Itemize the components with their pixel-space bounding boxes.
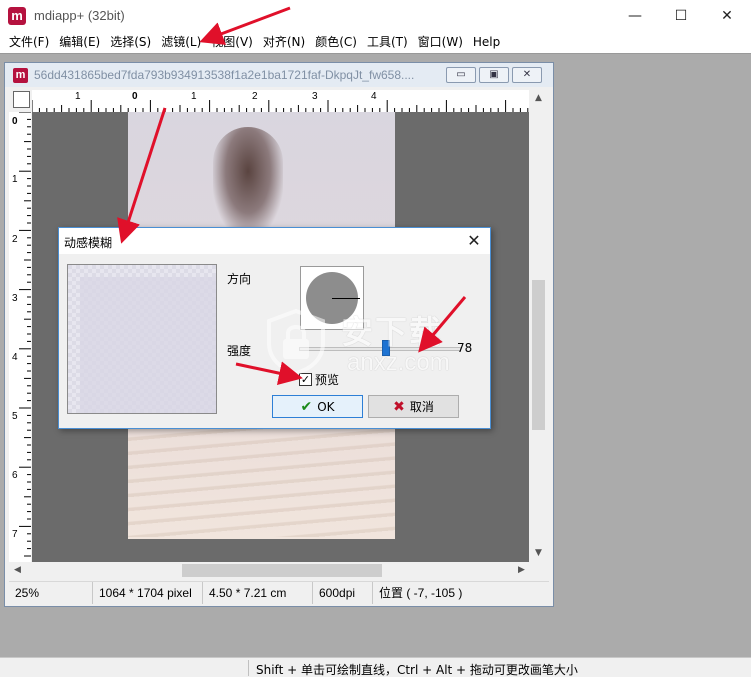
direction-indicator-line xyxy=(332,298,360,299)
status-hint-text: Shift + 单击可绘制直线，Ctrl + Alt + 拖动可更改画笔大小 xyxy=(256,663,578,677)
ruler-horizontal: 1 0 1 2 3 4 xyxy=(32,90,529,112)
menu-select[interactable]: 选择(S) xyxy=(105,31,156,53)
strength-slider-thumb[interactable] xyxy=(382,340,390,356)
motion-blur-dialog[interactable]: 动感模糊 ✕ 方向 强度 78 ✓ 预览 ✔ OK ✖ 取消 xyxy=(58,227,491,429)
ruler-top-label: 4 xyxy=(371,91,377,102)
ruler-top-label: 2 xyxy=(252,91,258,102)
scroll-left-arrow-icon[interactable]: ◀ xyxy=(9,562,26,579)
checkmark-icon: ✔ xyxy=(300,398,313,415)
physical-dimensions: 4.50 * 7.21 cm xyxy=(203,582,313,604)
horizontal-scroll-thumb[interactable] xyxy=(182,564,382,577)
app-status-bar: Shift + 单击可绘制直线，Ctrl + Alt + 拖动可更改画笔大小 xyxy=(0,657,751,677)
direction-label: 方向 xyxy=(227,272,252,286)
vertical-scrollbar[interactable]: ▲ ▼ xyxy=(530,90,547,562)
menu-help[interactable]: Help xyxy=(468,31,505,53)
ruler-top-label: 1 xyxy=(75,91,81,102)
app-title: mdiapp+ (32bit) xyxy=(34,8,125,23)
ok-button[interactable]: ✔ OK xyxy=(272,395,363,418)
ruler-left-label: 3 xyxy=(12,293,18,304)
horizontal-scrollbar[interactable]: ◀ ▶ xyxy=(9,562,530,579)
photo-railing xyxy=(128,427,395,537)
zoom-level: 25% xyxy=(9,582,93,604)
preview-checkbox[interactable]: ✓ xyxy=(299,373,312,386)
menu-window[interactable]: 窗口(W) xyxy=(413,31,468,53)
dialog-close-icon[interactable]: ✕ xyxy=(459,229,489,253)
document-minimize-button[interactable]: ▭ xyxy=(446,67,476,83)
strength-label: 强度 xyxy=(227,344,252,358)
cursor-position: 位置 ( -7, -105 ) xyxy=(379,586,463,600)
maximize-button[interactable]: ☐ xyxy=(658,0,704,31)
document-titlebar[interactable]: m 56dd431865bed7fda793b934913538f1a2e1ba… xyxy=(5,63,553,87)
scroll-down-arrow-icon[interactable]: ▼ xyxy=(530,545,547,562)
ruler-top-label: 0 xyxy=(132,91,138,102)
menu-align[interactable]: 对齐(N) xyxy=(258,31,310,53)
resolution-dpi: 600dpi xyxy=(313,582,373,604)
document-title: 56dd431865bed7fda793b934913538f1a2e1ba17… xyxy=(34,68,415,82)
ok-button-label: OK xyxy=(317,399,335,414)
menu-tools[interactable]: 工具(T) xyxy=(362,31,413,53)
close-button[interactable]: ✕ xyxy=(704,0,750,31)
app-logo-icon: m xyxy=(8,7,26,25)
preview-checkbox-row[interactable]: ✓ 预览 xyxy=(299,371,339,388)
strength-slider[interactable] xyxy=(299,347,461,351)
photo-subject xyxy=(213,127,283,237)
menu-view[interactable]: 视图(V) xyxy=(206,31,258,53)
ruler-left-label: 7 xyxy=(12,529,18,540)
menu-edit[interactable]: 编辑(E) xyxy=(54,31,105,53)
ruler-left-label: 5 xyxy=(12,411,18,422)
ruler-left-label: 1 xyxy=(12,174,18,185)
blur-preview xyxy=(67,264,217,414)
scroll-up-arrow-icon[interactable]: ▲ xyxy=(530,90,547,107)
ruler-horizontal-ticks xyxy=(32,100,529,112)
ruler-left-label: 4 xyxy=(12,352,18,363)
strength-value: 78 xyxy=(457,341,473,355)
dialog-title: 动感模糊 xyxy=(64,236,113,250)
app-titlebar: m mdiapp+ (32bit) — ☐ ✕ xyxy=(0,0,751,31)
ruler-top-label: 1 xyxy=(191,91,197,102)
x-icon: ✖ xyxy=(393,398,405,415)
ruler-top-label: 3 xyxy=(312,91,318,102)
dialog-titlebar[interactable]: 动感模糊 ✕ xyxy=(59,228,490,254)
menu-filter[interactable]: 滤镜(L) xyxy=(156,31,206,53)
menu-bar: 文件(F) 编辑(E) 选择(S) 滤镜(L) 视图(V) 对齐(N) 颜色(C… xyxy=(0,31,751,53)
menu-color[interactable]: 颜色(C) xyxy=(310,31,362,53)
preview-checkbox-label[interactable]: 预览 xyxy=(315,371,339,388)
direction-dial[interactable] xyxy=(300,266,364,330)
document-status-bar: 25% 1064 * 1704 pixel 4.50 * 7.21 cm 600… xyxy=(9,581,549,604)
document-logo-icon: m xyxy=(13,68,28,83)
pixel-dimensions: 1064 * 1704 pixel xyxy=(93,582,203,604)
menu-file[interactable]: 文件(F) xyxy=(4,31,54,53)
ruler-corner-button[interactable] xyxy=(13,91,30,108)
blur-preview-image xyxy=(80,277,216,413)
ruler-left-label: 0 xyxy=(12,116,18,127)
ruler-vertical: 0 1 2 3 4 5 6 7 xyxy=(9,112,31,562)
vertical-scroll-thumb[interactable] xyxy=(532,280,545,430)
cancel-button[interactable]: ✖ 取消 xyxy=(368,395,459,418)
document-close-button[interactable]: ✕ xyxy=(512,67,542,83)
scroll-right-arrow-icon[interactable]: ▶ xyxy=(513,562,530,579)
ruler-left-label: 6 xyxy=(12,470,18,481)
status-separator xyxy=(248,660,249,676)
document-maximize-button[interactable]: ▣ xyxy=(479,67,509,83)
ruler-left-label: 2 xyxy=(12,234,18,245)
empty-workspace-area xyxy=(556,62,750,607)
minimize-button[interactable]: — xyxy=(612,0,658,31)
cancel-button-label: 取消 xyxy=(409,400,434,414)
